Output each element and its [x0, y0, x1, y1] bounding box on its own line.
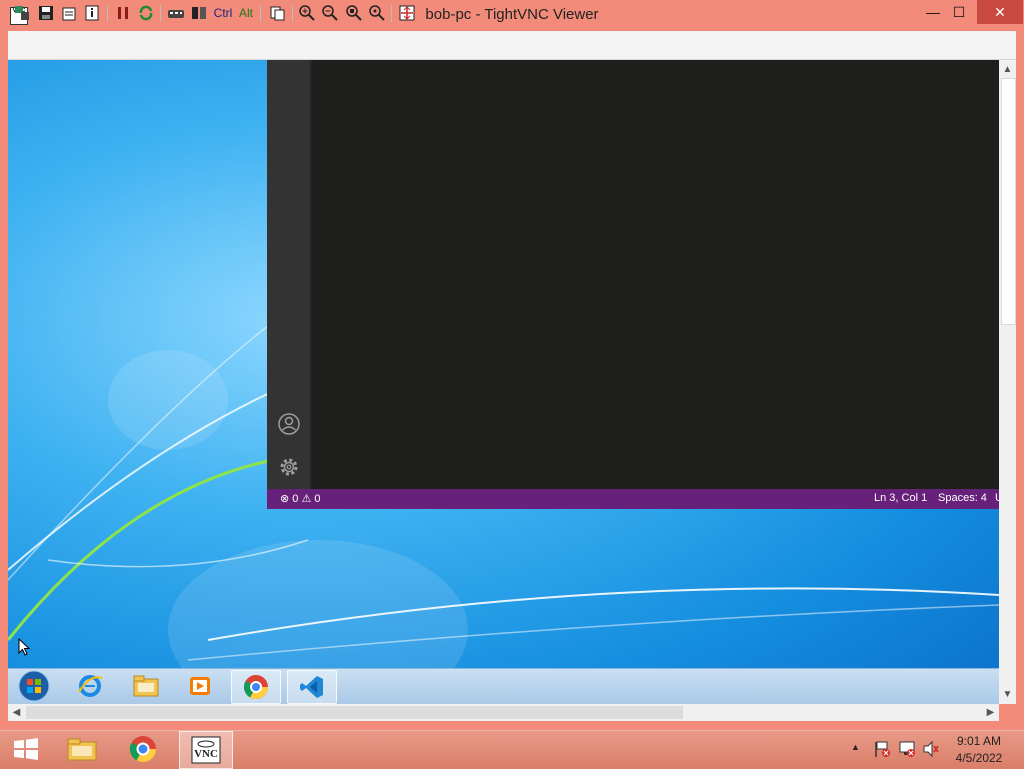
- editor-gutter: [310, 60, 312, 489]
- remote-ie-icon[interactable]: [66, 670, 114, 702]
- toolbar-separator: [107, 5, 108, 22]
- remote-chrome-icon[interactable]: [231, 670, 281, 704]
- new-connection-icon[interactable]: [13, 4, 31, 22]
- save-icon[interactable]: [37, 4, 55, 22]
- horizontal-scroll-thumb[interactable]: [26, 706, 683, 719]
- pause-icon[interactable]: [114, 4, 132, 22]
- toolbar-separator: [260, 5, 261, 22]
- mouse-cursor: [18, 637, 31, 661]
- clock-time[interactable]: 9:01 AM: [946, 734, 1012, 748]
- toolbar-separator: [292, 5, 293, 22]
- network-icon[interactable]: [898, 740, 916, 763]
- indentation-spaces[interactable]: Spaces: 4: [938, 492, 987, 504]
- gear-icon[interactable]: [277, 455, 301, 479]
- scroll-up-icon[interactable]: ▲: [999, 61, 1016, 78]
- ctrl-alt-del-icon[interactable]: [167, 4, 185, 22]
- toolbar-separator: [160, 5, 161, 22]
- fullscreen-icon[interactable]: [398, 4, 416, 22]
- remote-vscode-icon[interactable]: [287, 670, 337, 704]
- vnc-toolbar: [8, 31, 1016, 60]
- zoom-in-icon[interactable]: [298, 4, 316, 22]
- scroll-left-icon[interactable]: ◀: [8, 704, 25, 721]
- remote-explorer-icon[interactable]: [122, 670, 170, 702]
- host-explorer-icon[interactable]: [56, 731, 108, 767]
- vertical-scroll-thumb[interactable]: [1001, 78, 1016, 325]
- zoom-out-icon[interactable]: [321, 4, 339, 22]
- clipboard-icon[interactable]: [268, 4, 286, 22]
- show-hidden-icons[interactable]: ▲: [851, 742, 860, 752]
- remote-media-player-icon[interactable]: [176, 670, 224, 702]
- clock-date[interactable]: 4/5/2022: [946, 751, 1012, 765]
- zoom-fit-icon[interactable]: [368, 4, 386, 22]
- action-center-flag-icon[interactable]: [874, 740, 890, 763]
- close-button[interactable]: ✕: [977, 0, 1023, 24]
- zoom-100-icon[interactable]: [345, 4, 363, 22]
- ctrl-key-button[interactable]: Ctrl: [212, 4, 234, 22]
- cursor-position[interactable]: Ln 3, Col 1: [874, 492, 927, 504]
- ctrl-esc-icon[interactable]: [190, 4, 208, 22]
- error-icon: ⊗: [280, 493, 290, 505]
- remote-start-button[interactable]: [10, 670, 58, 702]
- svg-text:VNC: VNC: [194, 748, 218, 760]
- refresh-icon[interactable]: [137, 4, 155, 22]
- options-icon[interactable]: [60, 4, 78, 22]
- error-count[interactable]: ⊗ 0 ⚠ 0: [280, 492, 321, 505]
- alt-key-button[interactable]: Alt: [237, 4, 255, 22]
- host-tightvnc-icon[interactable]: VNC: [179, 731, 233, 769]
- connection-info-icon[interactable]: [83, 4, 101, 22]
- vscode-window[interactable]: [267, 60, 999, 509]
- maximize-button[interactable]: ☐: [944, 0, 974, 24]
- scroll-down-icon[interactable]: ▼: [999, 686, 1016, 703]
- toolbar-separator: [391, 5, 392, 22]
- host-chrome-icon[interactable]: [117, 731, 169, 767]
- account-icon[interactable]: [277, 412, 301, 436]
- host-start-button[interactable]: [0, 731, 52, 767]
- scroll-right-icon[interactable]: ▶: [982, 704, 999, 721]
- volume-muted-icon[interactable]: [922, 740, 940, 763]
- warning-icon: ⚠: [301, 493, 312, 505]
